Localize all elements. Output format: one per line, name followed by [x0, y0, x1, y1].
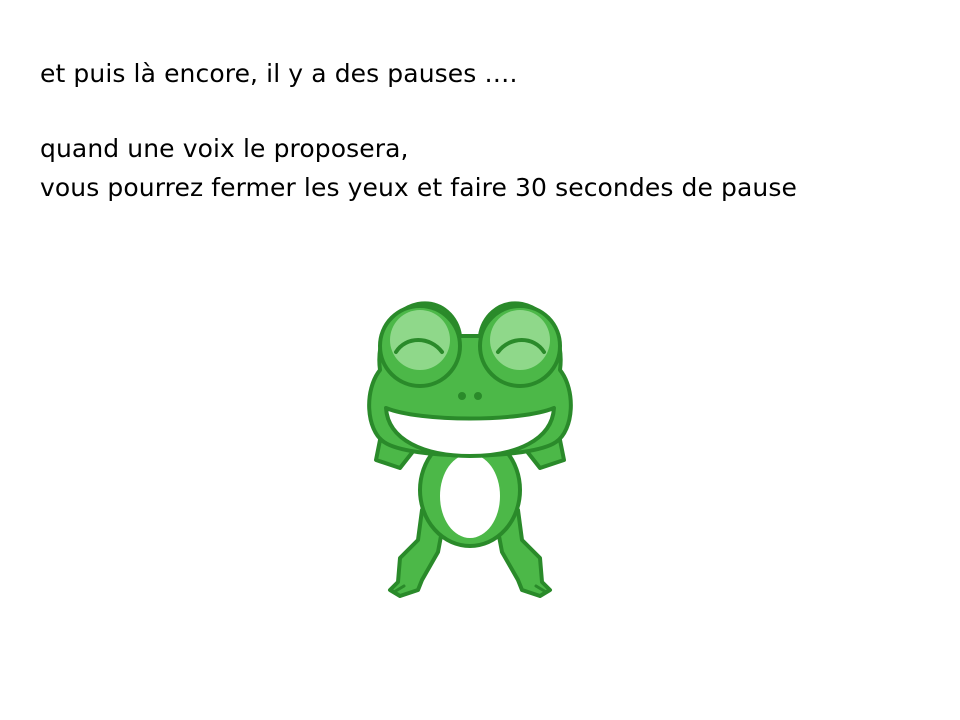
instruction-line-2: vous pourrez fermer les yeux et faire 30… — [40, 173, 797, 202]
frog-icon — [367, 301, 573, 598]
instruction-line-1: quand une voix le proposera, — [40, 134, 409, 163]
intro-line: et puis là encore, il y a des pauses …. — [40, 59, 518, 88]
slide: et puis là encore, il y a des pauses …. … — [0, 0, 960, 720]
